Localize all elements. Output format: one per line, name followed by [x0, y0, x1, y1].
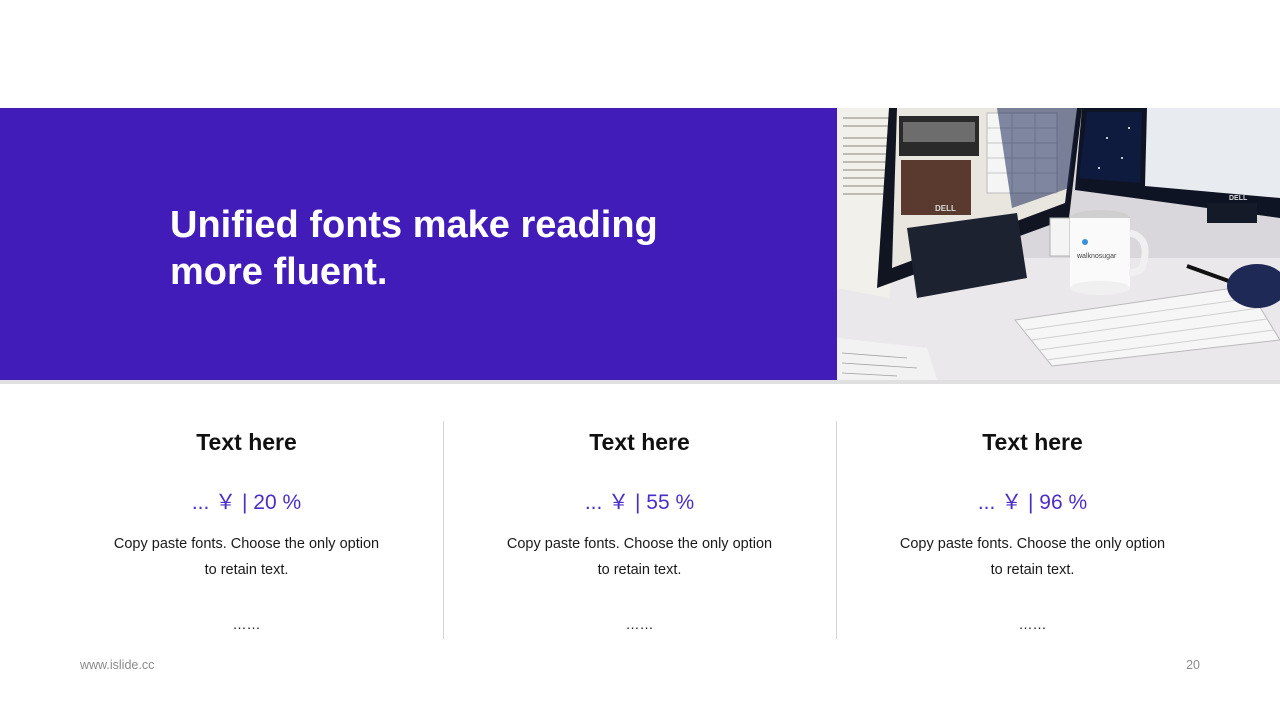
- column-description-line2: to retain text.: [204, 562, 289, 578]
- column-value: ... ￥ | 96 %: [977, 491, 1088, 514]
- column-description: Copy paste fonts. Choose the only option…: [110, 531, 383, 583]
- column-description-line2: to retain text.: [990, 562, 1075, 578]
- column-more: ……: [1018, 616, 1047, 632]
- svg-text:DELL: DELL: [1229, 195, 1248, 202]
- info-column-3: Text here ... ￥ | 96 % Copy paste fonts.…: [836, 420, 1229, 640]
- svg-text:DELL: DELL: [935, 204, 956, 213]
- column-more: ……: [625, 616, 654, 632]
- column-more: ……: [232, 616, 261, 632]
- column-value: ... ￥ | 55 %: [584, 491, 695, 514]
- column-description: Copy paste fonts. Choose the only option…: [503, 531, 776, 583]
- desk-photo: DELL DELL walknosugar: [837, 108, 1280, 380]
- column-description-line1: Copy paste fonts. Choose the only option: [113, 536, 380, 552]
- banner-title: Unified fonts make reading more fluent.: [170, 202, 730, 296]
- column-title: Text here: [589, 429, 690, 455]
- footer-url[interactable]: www.islide.cc: [80, 658, 154, 672]
- title-banner: Unified fonts make reading more fluent.: [0, 108, 837, 380]
- column-title: Text here: [982, 429, 1083, 455]
- info-column-2: Text here ... ￥ | 55 % Copy paste fonts.…: [443, 420, 836, 640]
- svg-text:walknosugar: walknosugar: [1076, 253, 1117, 260]
- column-description-line2: to retain text.: [597, 562, 682, 578]
- banner-title-line1: Unified fonts make reading: [170, 204, 658, 246]
- column-description-line1: Copy paste fonts. Choose the only option: [899, 536, 1166, 552]
- column-value: ... ￥ | 20 %: [191, 491, 302, 514]
- page-number: 20: [1186, 658, 1200, 672]
- banner-bottom-rule: [0, 380, 1280, 384]
- column-description-line1: Copy paste fonts. Choose the only option: [506, 536, 773, 552]
- info-column-1: Text here ... ￥ | 20 % Copy paste fonts.…: [50, 420, 443, 640]
- desk-photo-image: DELL DELL walknosugar: [837, 108, 1280, 380]
- column-title: Text here: [196, 429, 297, 455]
- banner-title-line2: more fluent.: [170, 251, 388, 293]
- column-description: Copy paste fonts. Choose the only option…: [896, 531, 1169, 583]
